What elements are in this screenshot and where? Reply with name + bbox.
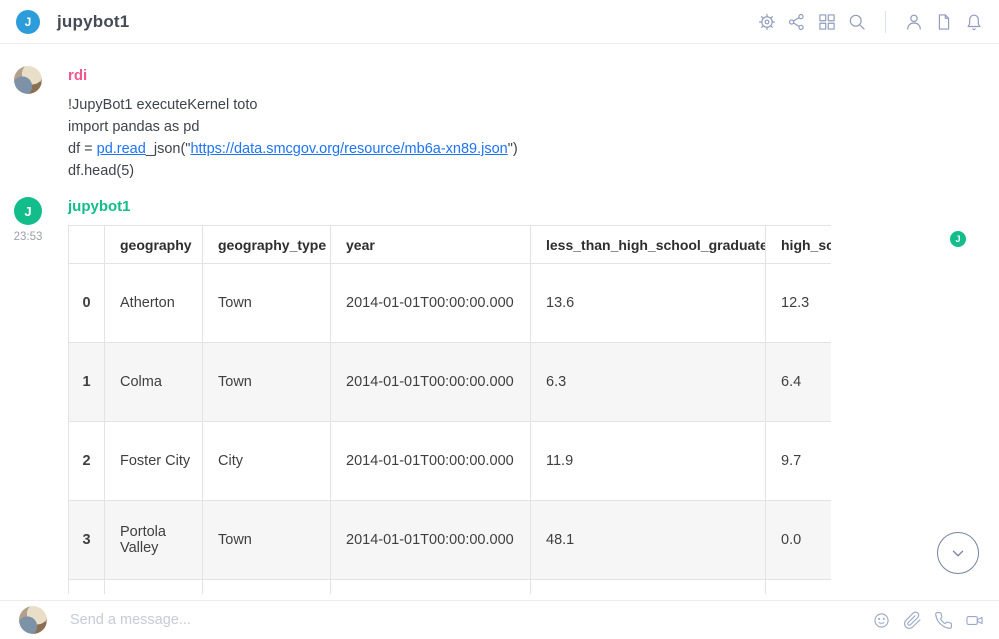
message-timestamp: 23:53 xyxy=(0,231,56,243)
table-cell xyxy=(531,580,766,595)
pd-read-link[interactable]: pd.read xyxy=(97,141,146,157)
header-divider xyxy=(885,11,886,33)
table-row: 3Portola ValleyTown2014-01-01T00:00:00.0… xyxy=(69,501,832,580)
table-cell: Portola Valley xyxy=(105,501,203,580)
dataframe-table: geographygeography_typeyearless_than_hig… xyxy=(68,225,831,594)
search-icon[interactable] xyxy=(847,12,867,32)
row-index-cell: 2 xyxy=(69,422,105,501)
dataset-url-link[interactable]: https://data.smcgov.org/resource/mb6a-xn… xyxy=(190,141,507,157)
username[interactable]: rdi xyxy=(68,66,999,86)
mini-avatar-badge: J xyxy=(950,231,966,247)
message-text-line: !JupyBot1 executeKernel toto xyxy=(68,94,999,116)
message-list[interactable]: rdi !JupyBot1 executeKernel toto import … xyxy=(0,44,999,600)
table-row: 0AthertonTown2014-01-01T00:00:00.00013.6… xyxy=(69,264,832,343)
table-cell: 2014-01-01T00:00:00.000 xyxy=(331,343,531,422)
bot-avatar[interactable]: J xyxy=(14,197,42,225)
table-cell xyxy=(69,580,105,595)
settings-icon[interactable] xyxy=(757,12,777,32)
attachment-paperclip-icon[interactable] xyxy=(903,611,922,630)
table-cell: Atherton xyxy=(105,264,203,343)
members-icon[interactable] xyxy=(904,12,924,32)
table-cell: 48.1 xyxy=(531,501,766,580)
table-cell: 13.6 xyxy=(531,264,766,343)
table-cell: City xyxy=(203,422,331,501)
column-header: high_sc xyxy=(766,226,832,264)
table-cell xyxy=(331,580,531,595)
apps-grid-icon[interactable] xyxy=(817,12,837,32)
row-index-cell: 0 xyxy=(69,264,105,343)
table-row-partial xyxy=(69,580,832,595)
table-row: 2Foster CityCity2014-01-01T00:00:00.0001… xyxy=(69,422,832,501)
message-rdi: rdi !JupyBot1 executeKernel toto import … xyxy=(0,66,999,182)
phone-call-icon[interactable] xyxy=(934,611,953,630)
channel-header: J jupybot1 xyxy=(0,0,999,44)
user-avatar[interactable] xyxy=(14,66,42,94)
row-index-cell: 1 xyxy=(69,343,105,422)
table-cell: Town xyxy=(203,501,331,580)
table-cell: Colma xyxy=(105,343,203,422)
table-cell: Town xyxy=(203,343,331,422)
own-avatar[interactable] xyxy=(19,606,47,634)
table-cell: 2014-01-01T00:00:00.000 xyxy=(331,422,531,501)
jump-to-bottom-button[interactable] xyxy=(937,532,979,574)
table-cell: 9.7 xyxy=(766,422,832,501)
message-text-line: import pandas as pd xyxy=(68,116,999,138)
code-text: ") xyxy=(508,141,518,157)
table-cell: 2014-01-01T00:00:00.000 xyxy=(331,501,531,580)
room-avatar[interactable]: J xyxy=(16,10,40,34)
code-text: df = xyxy=(68,141,97,157)
table-cell: Foster City xyxy=(105,422,203,501)
column-header xyxy=(69,226,105,264)
share-icon[interactable] xyxy=(787,12,807,32)
table-cell xyxy=(766,580,832,595)
table-cell: 6.4 xyxy=(766,343,832,422)
column-header: less_than_high_school_graduate xyxy=(531,226,766,264)
code-text: _json(" xyxy=(146,141,191,157)
message-text-line: df.head(5) xyxy=(68,160,999,182)
table-header-row: geographygeography_typeyearless_than_hig… xyxy=(69,226,832,264)
message-composer xyxy=(0,600,999,639)
table-cell: 6.3 xyxy=(531,343,766,422)
username[interactable]: jupybot1 xyxy=(68,197,999,217)
table-row: 1ColmaTown2014-01-01T00:00:00.0006.36.4 xyxy=(69,343,832,422)
table-cell: 11.9 xyxy=(531,422,766,501)
notifications-bell-icon[interactable] xyxy=(964,12,984,32)
table-cell: 0.0 xyxy=(766,501,832,580)
chat-app: J jupybot1 xyxy=(0,0,999,639)
table-cell: 12.3 xyxy=(766,264,832,343)
message-input[interactable] xyxy=(70,612,872,628)
column-header: year xyxy=(331,226,531,264)
row-index-cell: 3 xyxy=(69,501,105,580)
table-cell: Town xyxy=(203,264,331,343)
column-header: geography_type xyxy=(203,226,331,264)
chevron-down-icon xyxy=(947,542,969,564)
message-text-line: df = pd.read_json("https://data.smcgov.o… xyxy=(68,138,999,160)
video-call-icon[interactable] xyxy=(965,611,984,630)
table-cell xyxy=(105,580,203,595)
column-header: geography xyxy=(105,226,203,264)
table-cell: 2014-01-01T00:00:00.000 xyxy=(331,264,531,343)
header-actions xyxy=(757,11,984,33)
dataframe-table-wrapper: geographygeography_typeyearless_than_hig… xyxy=(68,225,831,594)
composer-actions xyxy=(872,611,984,630)
message-jupybot1: J 23:53 jupybot1 geographygeography_type… xyxy=(0,197,999,594)
table-cell xyxy=(203,580,331,595)
room-title: jupybot1 xyxy=(57,12,129,32)
emoji-icon[interactable] xyxy=(872,611,891,630)
files-icon[interactable] xyxy=(934,12,954,32)
